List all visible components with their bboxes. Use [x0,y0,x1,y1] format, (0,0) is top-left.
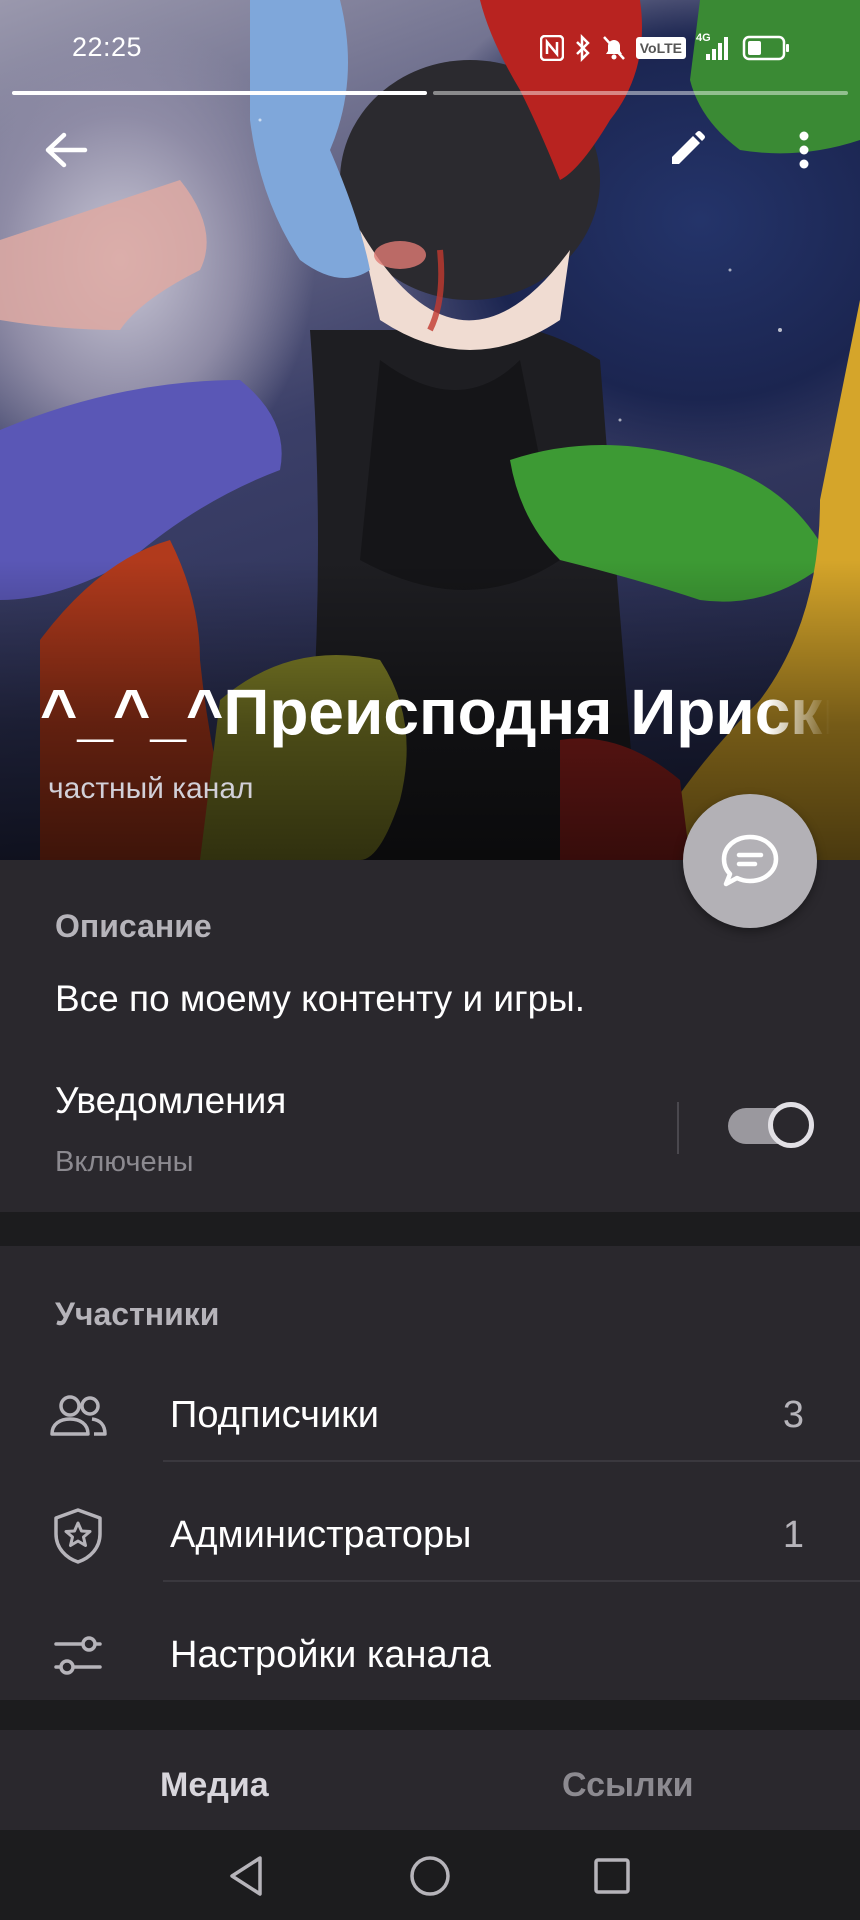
back-button[interactable] [34,118,98,182]
members-heading: Участники [55,1296,220,1332]
administrators-count: 1 [782,1514,804,1556]
tab-links[interactable]: Ссылки [562,1766,694,1805]
status-time: 22:25 [72,32,143,62]
status-bar: 22:25 VoLTE 4G [0,0,860,90]
people-icon [48,1386,108,1446]
channel-settings-label: Настройки канала [170,1634,491,1676]
subscribers-row[interactable]: Подписчики 3 [0,1356,860,1476]
nav-recents-icon [594,1858,630,1894]
notifications-title: Уведомления [55,1080,287,1121]
notifications-row[interactable]: Уведомления Включены [0,1060,860,1190]
row-divider [163,1460,860,1462]
more-vertical-icon [799,131,809,169]
description-heading: Описание [55,908,212,944]
description-text: Все по моему контенту и игры. [55,978,586,1019]
nav-back-button[interactable] [216,1846,276,1906]
channel-subtitle: частный канал [48,772,254,805]
row-divider [163,1580,860,1582]
tab-media[interactable]: Медиа [160,1766,269,1805]
system-nav-bar [0,1830,860,1920]
nav-home-button[interactable] [400,1846,460,1906]
channel-title: ^_^_^Преисподня Ириски [40,676,830,748]
notifications-toggle[interactable] [728,1102,814,1148]
subscribers-count: 3 [782,1394,804,1436]
more-button[interactable] [772,118,836,182]
toggle-knob [768,1102,814,1148]
nfc-icon [539,35,564,61]
nav-recents-button[interactable] [582,1846,642,1906]
story-progress-segment-1 [12,91,427,95]
bluetooth-icon [574,34,592,62]
channel-settings-row[interactable]: Настройки канала [0,1596,860,1716]
arrow-left-icon [45,132,88,168]
status-icons: VoLTE 4G [539,32,790,62]
volte-badge: VoLTE [635,37,686,59]
notifications-status: Включены [55,1146,194,1178]
nav-back-icon [230,1856,262,1896]
nav-home-icon [410,1856,450,1896]
chat-bubble-icon [721,834,779,887]
story-progress-segment-2 [433,91,848,95]
pencil-icon [672,131,705,164]
sliders-icon [48,1626,108,1686]
discussion-fab[interactable] [683,794,817,928]
media-tabs: Медиа Ссылки [0,1730,860,1830]
administrators-label: Администраторы [170,1514,472,1556]
edit-button[interactable] [654,118,718,182]
subscribers-label: Подписчики [170,1394,380,1436]
notifications-divider [677,1102,679,1154]
administrators-row[interactable]: Администраторы 1 [0,1476,860,1596]
members-card: Участники Подписчики 3 Администраторы 1 … [0,1246,860,1700]
signal-4g-icon: 4G [696,32,732,62]
shield-star-icon [48,1506,108,1566]
mute-bell-icon [602,35,626,61]
battery-icon [742,35,790,61]
